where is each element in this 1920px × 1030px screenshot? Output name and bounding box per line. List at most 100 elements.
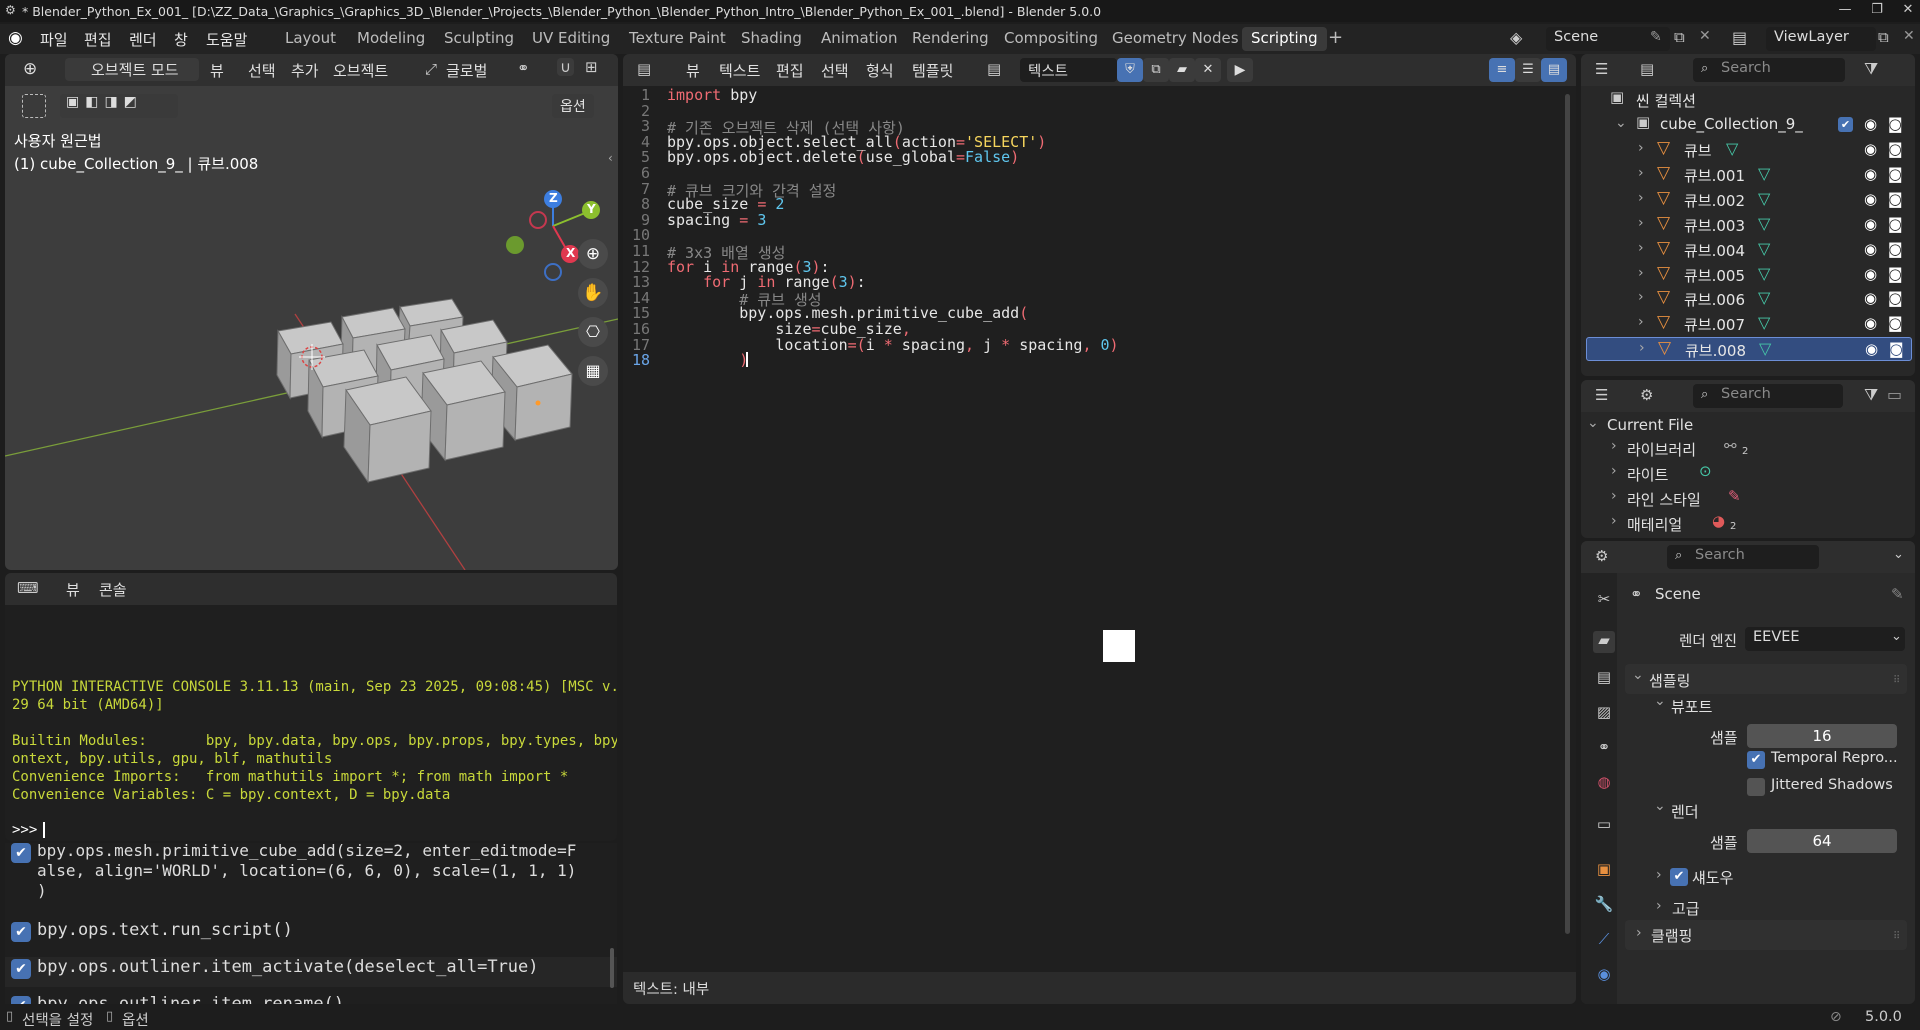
text-browse-icon[interactable]: ▤ [987,60,1001,78]
code-line[interactable]: ) [667,351,748,369]
filter-icon[interactable]: ⧩ [1864,59,1878,79]
chevron-down-icon[interactable]: ⌄ [1615,115,1627,131]
camera-icon[interactable]: ◙ [1888,165,1903,183]
chevron-right-icon[interactable]: › [1638,140,1644,156]
properties-editor[interactable]: ⚙ Search ⌕ ⌄ ⚭ Scene ✎ 렌더 엔진 EEVEE ⌄ ⌄ 샘… [1581,541,1915,1004]
snap-icon[interactable]: ∪ [557,58,574,76]
chevron-down-icon[interactable]: ⌄ [1654,798,1666,814]
purge-icon[interactable]: ▭ [1887,385,1902,404]
camera-icon[interactable]: ◙ [1888,265,1903,283]
chevron-right-icon[interactable]: › [1638,190,1644,206]
menu-render[interactable]: 렌더 [129,29,157,50]
eye-icon[interactable]: ◉ [1864,140,1877,158]
text-menu-format[interactable]: 형식 [866,60,894,81]
text-name-field[interactable]: 텍스트 [1020,58,1117,82]
eye-icon[interactable]: ◉ [1864,240,1877,258]
file-item-linestyles[interactable]: 라인 스타일 [1627,489,1701,510]
zoom-icon[interactable]: ⊕ [578,239,608,269]
console-menu-view[interactable]: 뷰 [66,579,80,600]
camera-icon[interactable]: ◙ [1888,115,1903,133]
view-layer-properties-icon[interactable]: ▨ [1593,703,1615,725]
camera-icon[interactable]: ◙ [1888,190,1903,208]
text-editor-type-icon[interactable]: ▤ [637,60,651,78]
eye-icon[interactable]: ◉ [1864,115,1877,133]
text-menu-templates[interactable]: 템플릿 [912,60,953,81]
code-line[interactable]: import bpy [667,86,757,104]
text-menu-text[interactable]: 텍스트 [719,60,760,81]
editor-type-icon[interactable]: ⊕ [23,59,37,79]
tab-sculpting[interactable]: Sculpting [435,27,523,51]
log-entry[interactable]: bpy.ops.mesh.primitive_cube_add(size=2, … [5,843,617,901]
word-wrap-toggle-icon[interactable]: ☰ [1515,58,1541,82]
menu-help[interactable]: 도움말 [206,29,247,50]
viewport-menu-add[interactable]: 추가 [291,60,319,81]
pin-icon[interactable]: ✎ [1650,29,1662,45]
camera-icon[interactable]: ◙ [1888,240,1903,258]
console-menu-console[interactable]: 콘솔 [99,579,127,600]
mesh-data-icon[interactable]: ▽ [1758,239,1770,258]
log-entry[interactable]: bpy.ops.text.run_script() [5,920,617,940]
output-properties-icon[interactable]: ▤ [1593,668,1615,690]
chevron-right-icon[interactable]: › [1638,165,1644,181]
tab-layout[interactable]: Layout [276,27,345,51]
chevron-right-icon[interactable]: › [1611,488,1617,504]
viewport-subpanel-label[interactable]: 뷰포트 [1671,696,1712,717]
console-prompt[interactable]: >>> [12,822,46,838]
outliner-object-row[interactable]: › ▽ 큐브.001 ▽ ◉ ◙ [1586,163,1912,187]
delete-viewlayer-icon[interactable]: ✕ [1903,28,1915,44]
mesh-data-icon[interactable]: ▽ [1758,189,1770,208]
render-engine-dropdown[interactable]: EEVEE [1745,627,1905,651]
mesh-data-icon[interactable]: ▽ [1758,313,1770,332]
modifier-properties-icon[interactable]: 🔧 [1593,895,1615,917]
tool-settings-icon[interactable]: ✂ [1593,590,1615,612]
gizmo-x-label[interactable]: X [566,246,575,260]
mesh-data-icon[interactable]: ▽ [1759,339,1771,358]
outliner-collection[interactable]: ⌄ ▣ cube_Collection_9_ ✔ ◉ ◙ [1586,113,1912,137]
tab-modeling[interactable]: Modeling [348,27,434,51]
tab-compositing[interactable]: Compositing [995,27,1107,51]
pivot-icon[interactable]: ⚭ [517,59,530,77]
pan-hand-icon[interactable]: ✋ [578,278,608,308]
chevron-right-icon[interactable]: › [1638,215,1644,231]
console-editor-type-icon[interactable]: ⌨ [17,579,39,597]
properties-search-input[interactable]: Search [1667,545,1819,569]
chevron-right-icon[interactable]: › [1638,314,1644,330]
outliner-object-row[interactable]: › ▽ 큐브.003 ▽ ◉ ◙ [1586,213,1912,237]
chevron-right-icon[interactable]: › [1611,513,1617,529]
close-icon[interactable]: ✕ [1893,2,1920,17]
viewlayer-icon[interactable]: ▤ [1732,28,1747,47]
outliner-object-row[interactable]: › ▽ 큐브 ▽ ◉ ◙ [1586,138,1912,162]
log-scrollbar[interactable] [610,948,614,988]
sidebar-toggle-icon[interactable]: ‹ [608,151,613,165]
shadows-checkbox[interactable]: ✔ [1670,868,1688,886]
viewport-menu-select[interactable]: 선택 [248,60,276,81]
physics-properties-icon[interactable]: ◉ [1593,965,1615,987]
mesh-data-icon[interactable]: ▽ [1758,264,1770,283]
camera-view-icon[interactable]: ⎔ [578,317,608,347]
render-samples-field[interactable]: 64 [1747,829,1897,853]
eye-icon[interactable]: ◉ [1864,265,1877,283]
render-properties-icon[interactable]: ▰ [1593,631,1615,653]
viewport-menu-view[interactable]: 뷰 [210,60,224,81]
blend-search-input[interactable]: Search [1693,384,1843,408]
minimize-icon[interactable]: — [1830,2,1860,17]
outliner-scene-collection[interactable]: ▣ 씬 컬렉션 [1586,88,1912,112]
line-numbers-toggle-icon[interactable]: ≡ [1489,58,1515,82]
current-file-label[interactable]: Current File [1607,416,1693,434]
collection-properties-icon[interactable]: ▭ [1593,815,1615,837]
network-off-icon[interactable]: ⊘ [1830,1009,1842,1025]
tab-rendering[interactable]: Rendering [903,27,998,51]
text-menu-select[interactable]: 선택 [821,60,849,81]
eye-icon[interactable]: ◉ [1865,340,1878,358]
mesh-data-icon[interactable]: ▽ [1726,139,1738,158]
file-item-lights[interactable]: 라이트 [1627,464,1668,485]
outliner-object-row[interactable]: › ▽ 큐브.007 ▽ ◉ ◙ [1586,312,1912,336]
log-entry[interactable]: bpy.ops.outliner.item_rename() [5,994,617,1004]
tab-shading[interactable]: Shading [732,27,811,51]
properties-editor-icon[interactable]: ⚙ [1595,547,1608,565]
text-menu-edit[interactable]: 편집 [776,60,804,81]
eye-icon[interactable]: ◉ [1864,165,1877,183]
outliner-object-row[interactable]: › ▽ 큐브.005 ▽ ◉ ◙ [1586,263,1912,287]
mesh-data-icon[interactable]: ▽ [1758,214,1770,233]
world-properties-icon[interactable]: ◍ [1593,773,1615,795]
